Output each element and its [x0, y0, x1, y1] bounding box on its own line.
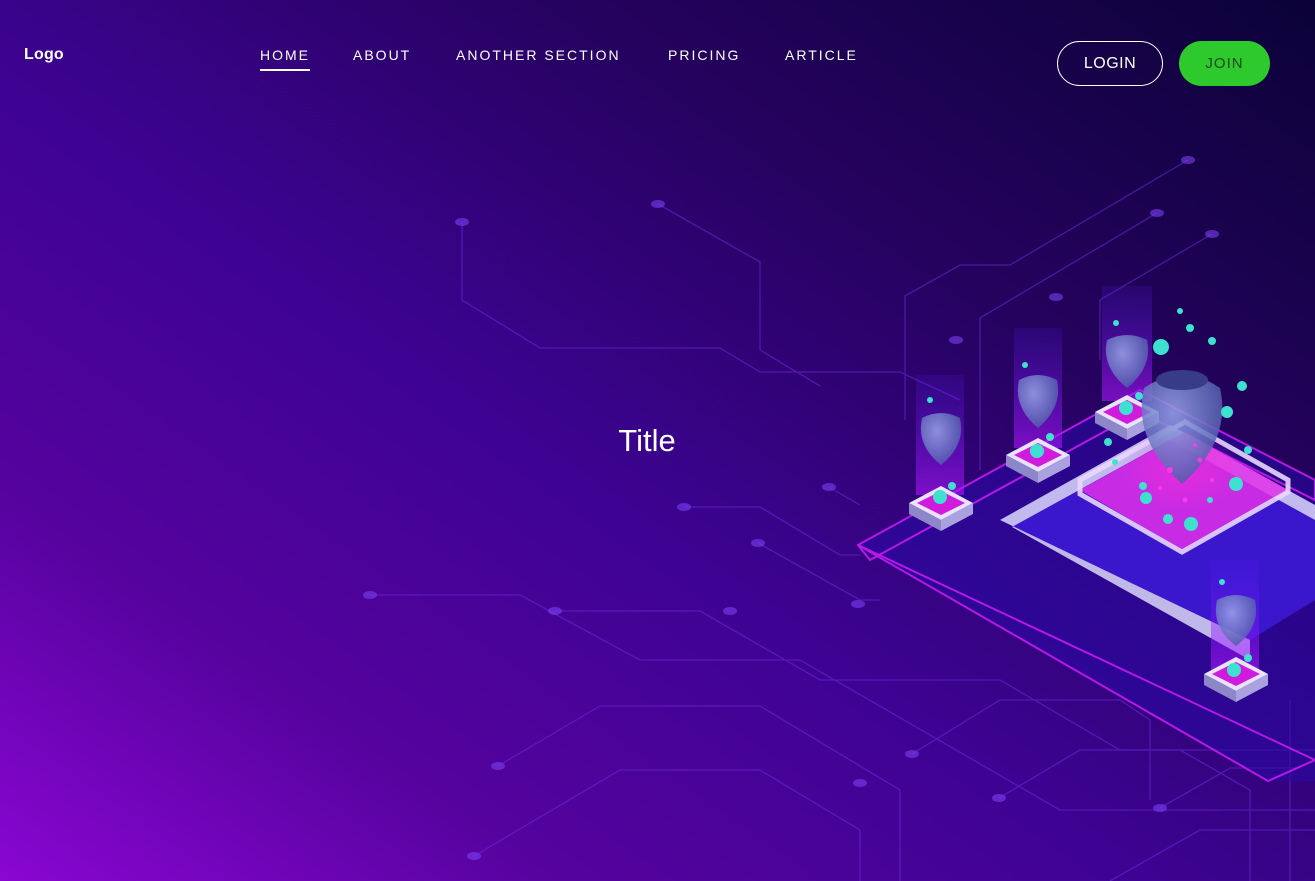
hero-title: Title: [618, 423, 676, 458]
nav-home[interactable]: HOME: [260, 47, 310, 71]
nav-article[interactable]: ARTICLE: [785, 47, 858, 63]
nav-about[interactable]: ABOUT: [353, 47, 411, 63]
logo[interactable]: Logo: [24, 46, 64, 64]
login-button[interactable]: LOGIN: [1057, 41, 1163, 86]
nav-another-section[interactable]: ANOTHER SECTION: [456, 47, 621, 63]
join-button[interactable]: JOIN: [1179, 41, 1270, 86]
nav-pricing[interactable]: PRICING: [668, 47, 740, 63]
